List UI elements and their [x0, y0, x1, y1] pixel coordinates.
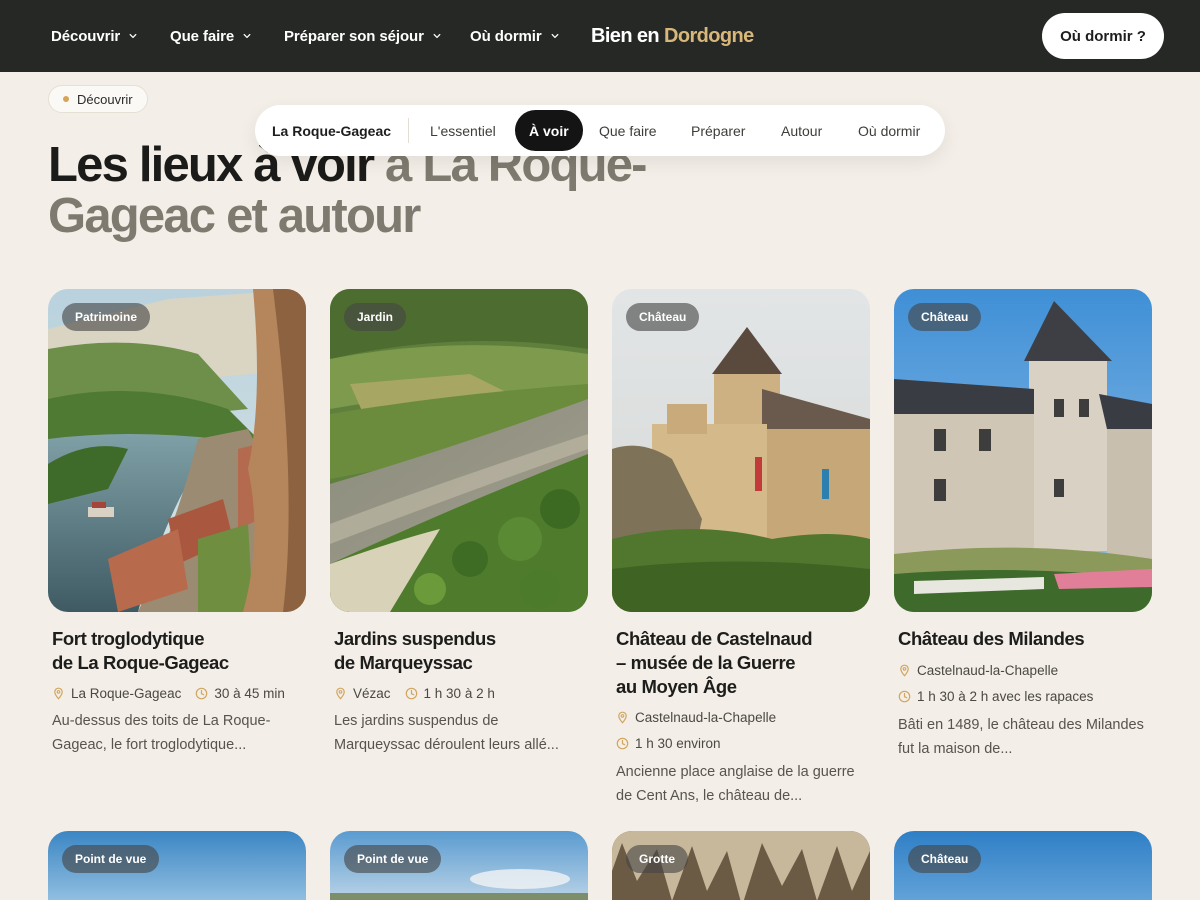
logo-accent-text: Dordogne: [664, 24, 754, 47]
place-description: Au-dessus des toits de La Roque-Gageac, …: [52, 713, 271, 753]
site-logo[interactable]: Bien en Dordogne: [591, 0, 754, 72]
nav-item-que-faire[interactable]: Que faire: [170, 0, 251, 72]
place-description: Bâti en 1489, le château des Milandes fu…: [898, 717, 1144, 757]
category-badge: Patrimoine: [62, 303, 151, 331]
category-badge: Château: [908, 303, 982, 331]
place-title[interactable]: Fort troglodytique de La Roque-Gageac: [52, 627, 302, 675]
tab-que-faire[interactable]: Que faire: [599, 110, 657, 151]
breadcrumb[interactable]: Découvrir: [48, 85, 148, 113]
chevron-down-icon: [551, 33, 559, 39]
clock-icon: [196, 687, 208, 699]
place-meta: Vézac 1 h 30 à 2 h: [334, 683, 495, 703]
place-meta-duration: 1 h 30 à 2 h avec les rapaces: [898, 686, 1093, 706]
category-badge: Grotte: [626, 845, 688, 873]
place-card[interactable]: Château Château des Milandes Castelnaud-…: [894, 289, 1152, 757]
place-title-line: Jardins suspendus: [334, 628, 496, 649]
subnav-divider: [408, 118, 409, 143]
place-duration: 30 à 45 min: [214, 685, 285, 701]
place-photo[interactable]: Jardin: [330, 289, 588, 612]
tab-autour[interactable]: Autour: [781, 110, 822, 151]
place-location: La Roque-Gageac: [71, 685, 182, 701]
place-title-line: Château des Milandes: [898, 628, 1085, 649]
place-meta-duration: 1 h 30 environ: [616, 733, 721, 753]
tab-essentiel[interactable]: L'essentiel: [430, 110, 496, 151]
category-badge: Château: [626, 303, 700, 331]
place-title-line: – musée de la Guerre: [616, 652, 796, 673]
place-title-line: Fort troglodytique: [52, 628, 205, 649]
place-title-line: au Moyen Âge: [616, 676, 737, 697]
place-title[interactable]: Château des Milandes: [898, 627, 1148, 651]
place-title-line: de Marqueyssac: [334, 652, 473, 673]
nav-item-label: Découvrir: [51, 27, 121, 45]
place-card[interactable]: Patrimoine Fort troglodytique de La Roqu…: [48, 289, 306, 753]
place-location: Castelnaud-la-Chapelle: [917, 662, 1059, 678]
nav-item-preparer-son-sejour[interactable]: Préparer son séjour: [284, 0, 441, 72]
chateau-image: [894, 289, 1152, 612]
place-title[interactable]: Jardins suspendus de Marqueyssac: [334, 627, 584, 675]
valley-garden-image: [330, 289, 588, 612]
clock-icon: [405, 687, 417, 699]
place-meta-location: Castelnaud-la-Chapelle: [616, 707, 776, 727]
map-pin-icon: [336, 687, 345, 700]
cliff-river-village-image: [48, 289, 306, 612]
subnav-place-name[interactable]: La Roque-Gageac: [272, 105, 391, 156]
clock-icon: [616, 737, 629, 749]
place-location: Castelnaud-la-Chapelle: [635, 709, 777, 725]
place-card[interactable]: Point de vue: [330, 831, 588, 900]
nav-item-ou-dormir[interactable]: Où dormir: [470, 0, 559, 72]
nav-item-decouvrir[interactable]: Découvrir: [51, 0, 137, 72]
place-card[interactable]: Point de vue: [48, 831, 306, 900]
place-duration: 1 h 30 à 2 h avec les rapaces: [917, 688, 1094, 704]
map-pin-icon: [54, 687, 63, 700]
place-card[interactable]: Jardin Jardins suspendus de Marqueyssac …: [330, 289, 588, 753]
place-description: Ancienne place anglaise de la guerre de …: [616, 764, 855, 804]
logo-text: Bien en: [591, 24, 660, 47]
where-to-stay-button[interactable]: Où dormir ?: [1042, 13, 1164, 59]
chevron-down-icon: [243, 33, 251, 39]
place-card[interactable]: Château: [894, 831, 1152, 900]
nav-item-label: Où dormir: [470, 27, 542, 45]
place-photo[interactable]: Château: [612, 289, 870, 612]
breadcrumb-dot: [63, 96, 69, 102]
top-navigation-bar: Découvrir Que faire Préparer son séjour …: [0, 0, 1200, 72]
nav-item-label: Préparer son séjour: [284, 27, 424, 45]
map-pin-icon: [618, 711, 627, 724]
category-badge: Château: [908, 845, 982, 873]
place-duration: 1 h 30 à 2 h: [423, 685, 495, 701]
place-photo[interactable]: Patrimoine: [48, 289, 306, 612]
chevron-down-icon: [129, 33, 137, 39]
place-card[interactable]: Château Château de Castelnaud – musée de…: [612, 289, 870, 804]
place-card[interactable]: Grotte: [612, 831, 870, 900]
place-title-line: Château de Castelnaud: [616, 628, 813, 649]
breadcrumb-label: Découvrir: [77, 91, 133, 107]
clock-icon: [898, 690, 911, 702]
map-pin-icon: [900, 664, 909, 677]
chevron-down-icon: [433, 33, 441, 39]
category-badge: Point de vue: [62, 845, 160, 873]
place-title[interactable]: Château de Castelnaud – musée de la Guer…: [616, 627, 866, 699]
place-location: Vézac: [353, 685, 391, 701]
place-duration: 1 h 30 environ: [635, 735, 721, 751]
place-meta: La Roque-Gageac 30 à 45 min: [52, 683, 285, 703]
tab-preparer[interactable]: Préparer: [691, 110, 745, 151]
place-meta-location: Castelnaud-la-Chapelle: [898, 660, 1058, 680]
destination-subnav: La Roque-Gageac L'essentiel À voir Que f…: [255, 105, 945, 156]
place-photo[interactable]: Château: [894, 289, 1152, 612]
place-description: Les jardins suspendus de Marqueyssac dér…: [334, 713, 559, 753]
category-badge: Point de vue: [344, 845, 442, 873]
tab-a-voir[interactable]: À voir: [515, 110, 583, 151]
place-title-line: de La Roque-Gageac: [52, 652, 229, 673]
castle-image: [612, 289, 870, 612]
nav-item-label: Que faire: [170, 27, 235, 45]
category-badge: Jardin: [344, 303, 407, 331]
tab-ou-dormir[interactable]: Où dormir: [858, 110, 920, 151]
